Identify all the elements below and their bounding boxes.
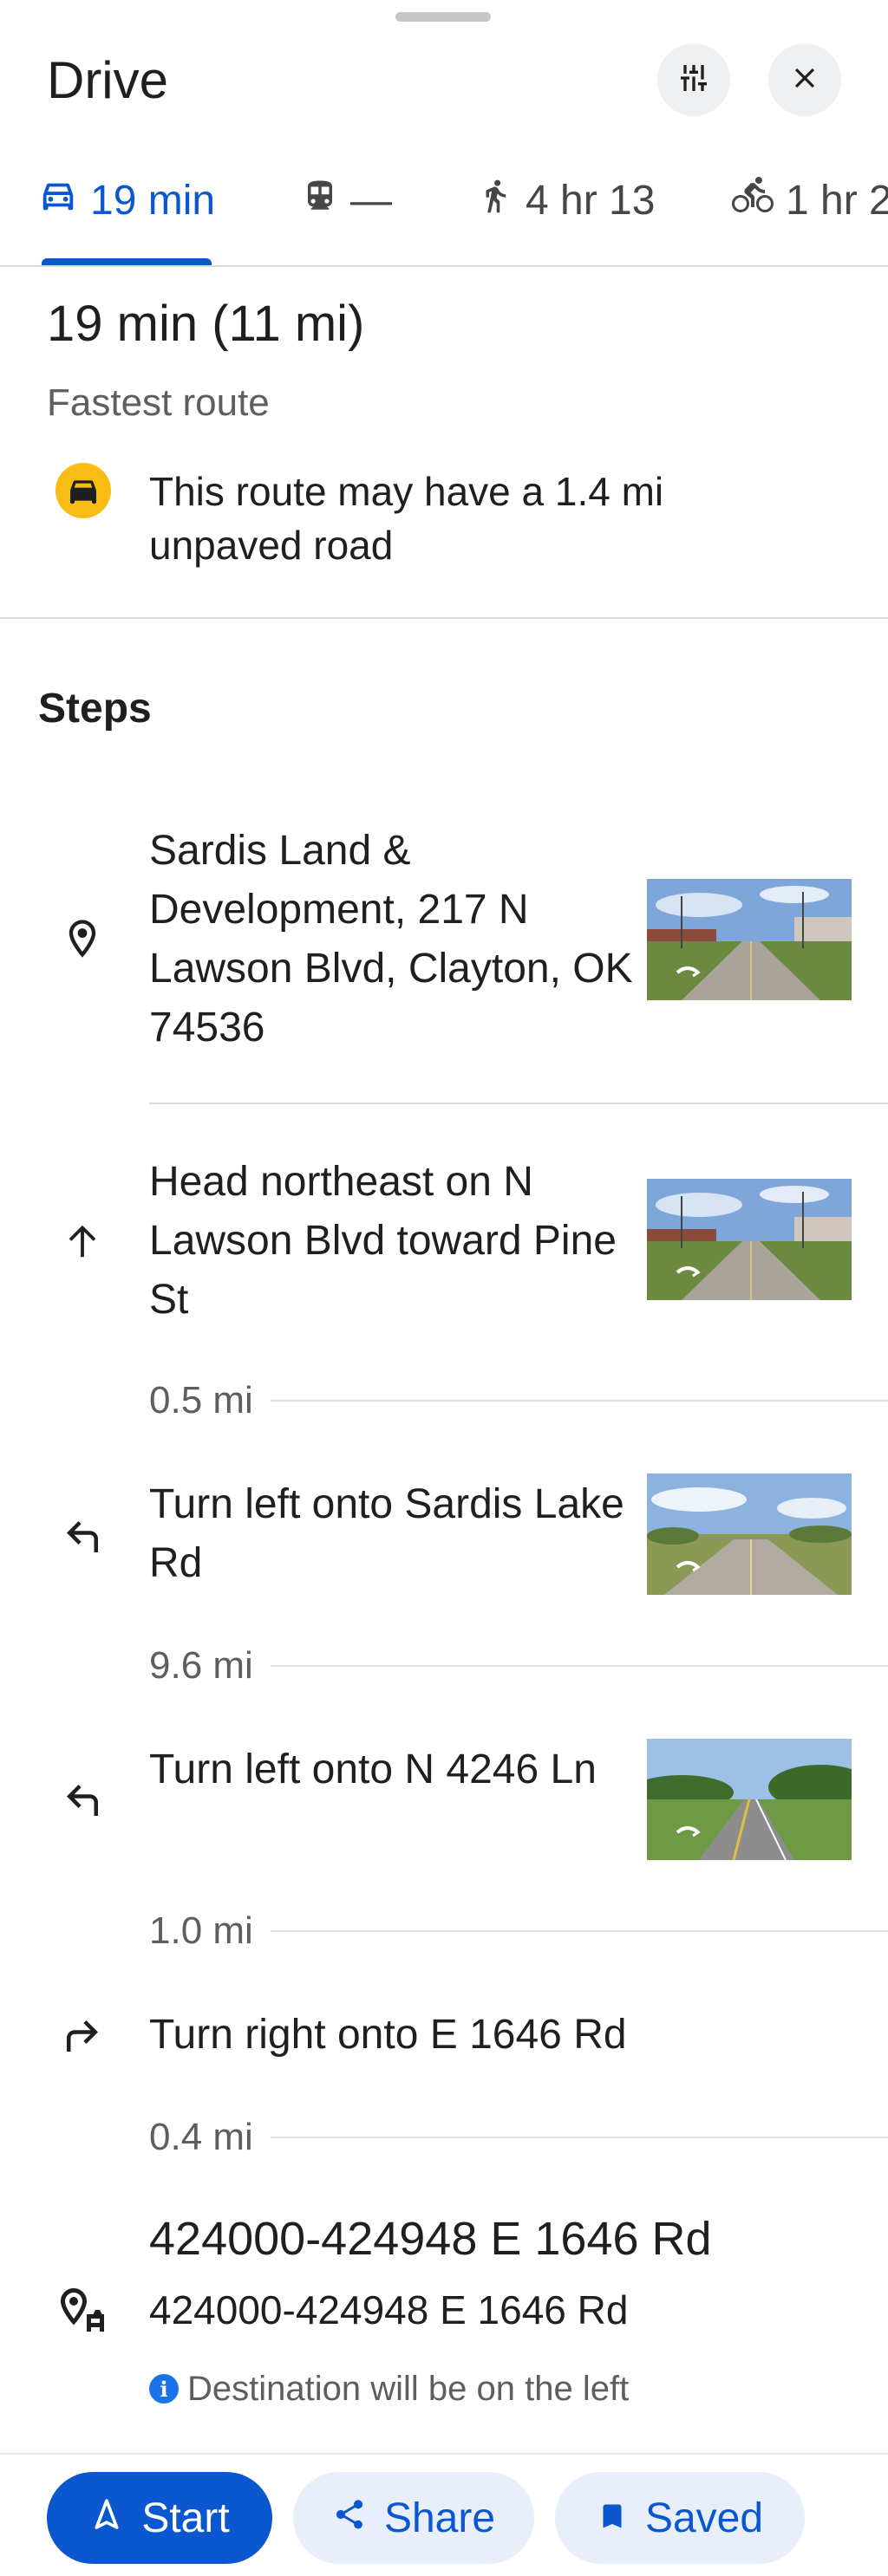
start-button[interactable]: Start (47, 2472, 272, 2564)
car-warning-icon (56, 463, 111, 518)
bookmark-icon (597, 2495, 645, 2542)
unpaved-road-warning: This route may have a 1.4 mi unpaved roa… (149, 469, 664, 568)
street-view-thumbnail-1[interactable] (647, 879, 852, 1000)
section-divider (0, 617, 888, 619)
step-distance: 0.5 mi (149, 1379, 253, 1421)
train-icon (302, 177, 350, 224)
step-distance-row: 0.5 mi (149, 1375, 888, 1427)
steps-heading: Steps (38, 686, 152, 732)
tab-walk[interactable]: 4 hr 13 (477, 173, 655, 227)
street-view-thumbnail-3[interactable] (647, 1473, 852, 1595)
share-button[interactable]: Share (293, 2472, 534, 2564)
close-icon (788, 62, 821, 99)
active-tab-indicator (42, 258, 212, 265)
step-distance-row: 9.6 mi (149, 1640, 888, 1692)
destination-note-text: Destination will be on the left (187, 2369, 630, 2408)
info-icon: i (149, 2374, 179, 2404)
destination-pin-icon (52, 2280, 113, 2340)
street-view-thumbnail-2[interactable] (647, 1179, 852, 1300)
tab-transit[interactable]: — (302, 173, 392, 227)
saved-label: Saved (644, 2495, 764, 2541)
step-separator (149, 1103, 888, 1104)
route-subtitle: Fastest route (47, 381, 270, 424)
bike-icon (732, 174, 786, 226)
car-icon (38, 175, 90, 225)
page-title: Drive (47, 51, 169, 109)
step-distance-row: 1.0 mi (149, 1905, 888, 1957)
tab-bike[interactable]: 1 hr 2 (732, 173, 888, 227)
step-head-northeast-text[interactable]: Head northeast on N Lawson Blvd toward P… (149, 1153, 635, 1330)
drag-handle[interactable] (395, 12, 491, 22)
directions-sheet: Drive 19 min — 4 hr 13 1 hr 2 19 min (11… (0, 0, 888, 2576)
arrow-up-icon (52, 1210, 113, 1271)
share-label: Share (383, 2495, 496, 2541)
step-distance: 1.0 mi (149, 1909, 253, 1952)
navigation-arrow-icon (89, 2495, 141, 2542)
tune-icon (676, 61, 711, 100)
distance-divider (270, 1665, 888, 1667)
step-distance: 9.6 mi (149, 1644, 253, 1687)
step-start-text[interactable]: Sardis Land & Development, 217 N Lawson … (149, 822, 635, 1057)
tab-transit-label: — (350, 177, 392, 224)
route-time-distance: 19 min (11 mi) (47, 296, 365, 352)
tab-walk-label: 4 hr 13 (526, 177, 656, 224)
step-turn-left-sardis-text[interactable]: Turn left onto Sardis Lake Rd (149, 1475, 635, 1593)
step-turn-left-4246-text[interactable]: Turn left onto N 4246 Ln (149, 1740, 635, 1799)
turn-left-icon (52, 1506, 113, 1567)
place-pin-icon (52, 908, 113, 969)
walk-icon (477, 177, 526, 224)
tab-drive[interactable]: 19 min (38, 173, 215, 227)
tab-bike-label: 1 hr 2 (786, 177, 888, 224)
distance-divider (270, 1400, 888, 1402)
turn-right-icon (52, 2006, 113, 2066)
distance-divider (270, 1930, 888, 1932)
step-distance: 0.4 mi (149, 2116, 253, 2158)
share-icon (332, 2495, 384, 2542)
saved-button[interactable]: Saved (555, 2472, 805, 2564)
close-button[interactable] (768, 43, 841, 116)
route-options-button[interactable] (657, 43, 730, 116)
step-distance-row: 0.4 mi (149, 2111, 888, 2163)
start-label: Start (141, 2495, 230, 2541)
travel-mode-tabs: 19 min — 4 hr 13 1 hr 2 (0, 156, 888, 267)
turn-left-icon (52, 1770, 113, 1831)
street-view-thumbnail-4[interactable] (647, 1739, 852, 1860)
destination-address: 424000-424948 E 1646 Rd (149, 2287, 629, 2332)
distance-divider (270, 2137, 888, 2138)
tab-drive-label: 19 min (90, 177, 216, 224)
step-turn-right-text[interactable]: Turn right onto E 1646 Rd (149, 2006, 808, 2065)
destination-note: i Destination will be on the left (149, 2366, 629, 2411)
destination-title: 424000-424948 E 1646 Rd (149, 2213, 712, 2265)
